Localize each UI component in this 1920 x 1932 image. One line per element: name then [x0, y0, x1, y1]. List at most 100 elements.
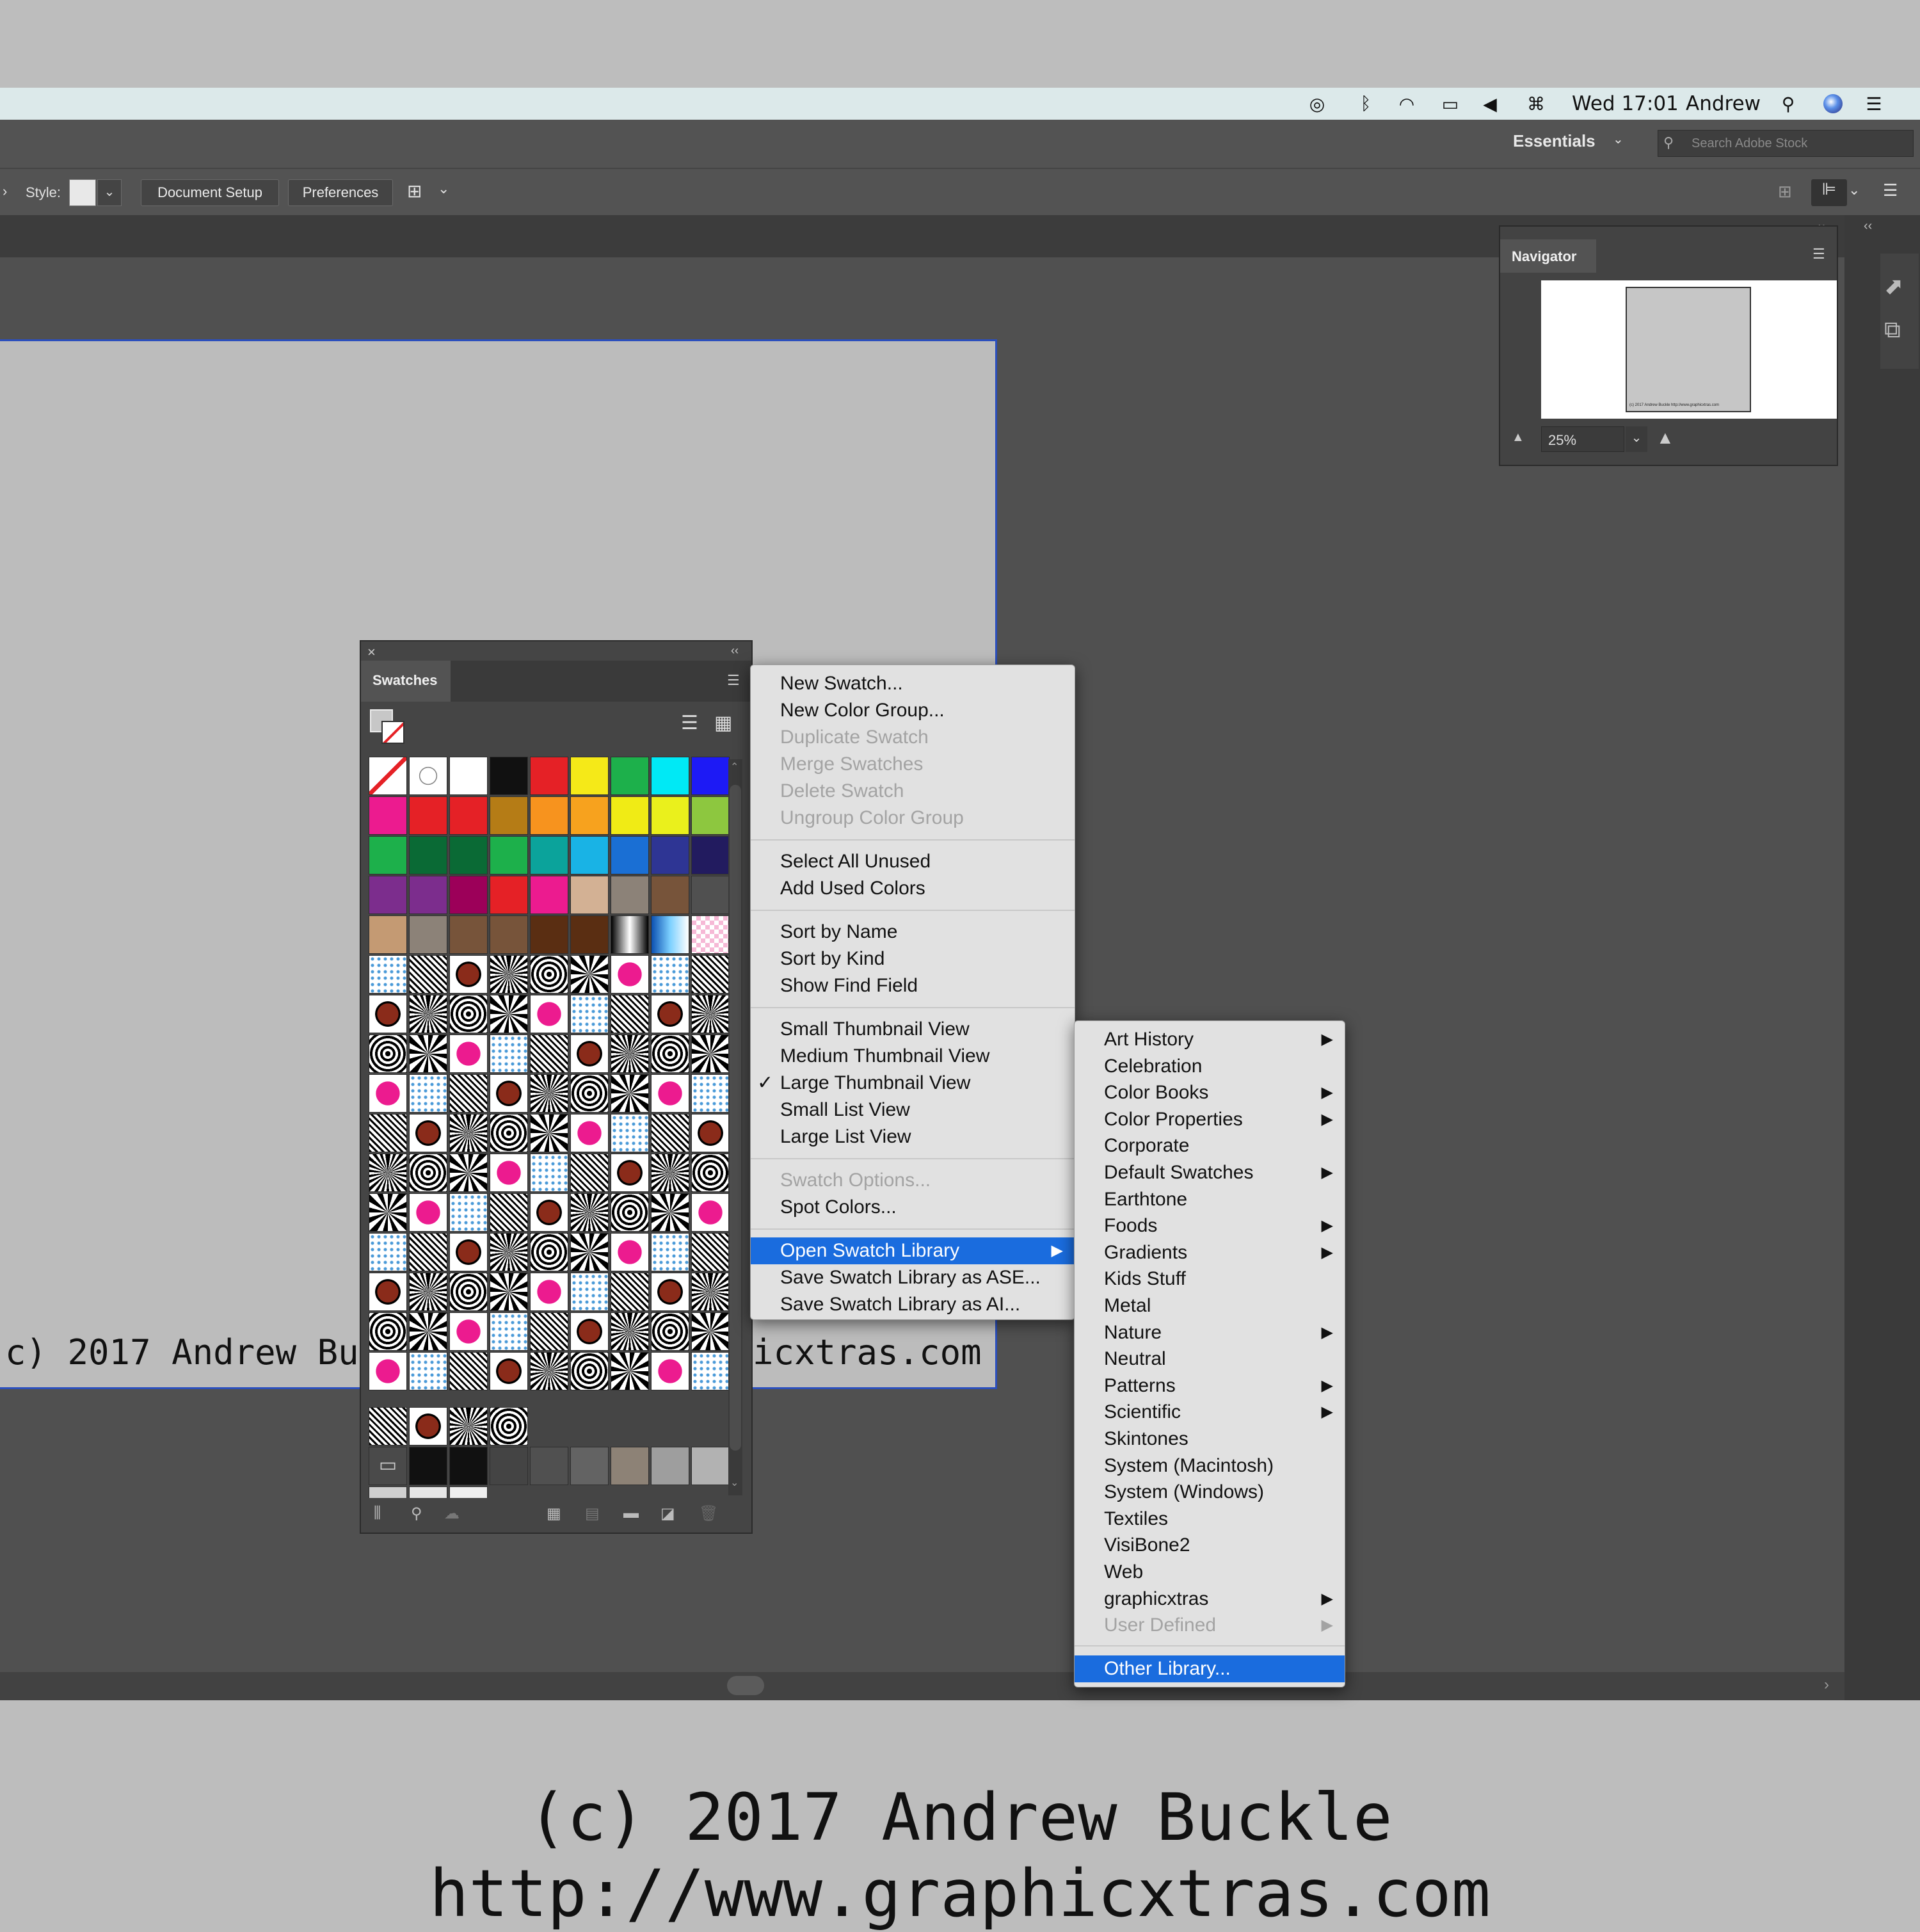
swatch[interactable] [369, 757, 407, 795]
menu-item-large-list-view[interactable]: Large List View [751, 1123, 1075, 1150]
swatch[interactable] [570, 995, 609, 1033]
style-dropdown[interactable]: ⌄ [97, 179, 122, 206]
swatch[interactable] [490, 796, 528, 835]
swatch[interactable] [490, 876, 528, 914]
swatch[interactable] [570, 955, 609, 994]
menu-item-spot-colors[interactable]: Spot Colors... [751, 1194, 1075, 1221]
swatch[interactable] [449, 1233, 488, 1271]
swatch[interactable] [409, 1447, 447, 1485]
library-item-foods[interactable]: Foods ▶ [1075, 1212, 1345, 1239]
new-swatch-icon[interactable]: ◪ [660, 1504, 675, 1523]
swatch[interactable] [369, 796, 407, 835]
library-item-textiles[interactable]: Textiles [1075, 1506, 1345, 1533]
library-item-earthtone[interactable]: Earthtone [1075, 1186, 1345, 1213]
swatch[interactable] [530, 1273, 568, 1311]
swatch[interactable] [409, 1193, 447, 1232]
swatch[interactable] [409, 836, 447, 874]
swatch[interactable] [611, 1154, 649, 1192]
grid-icon[interactable]: ⊞ [1778, 182, 1792, 202]
panel-menu-icon[interactable]: ☰ [727, 672, 740, 689]
swatch[interactable] [611, 836, 649, 874]
document-setup-button[interactable]: Document Setup [141, 179, 279, 206]
swatch[interactable] [490, 1312, 528, 1351]
swatch[interactable] [369, 915, 407, 954]
creative-cloud-icon[interactable]: ◎ [1306, 92, 1329, 115]
swatch-kind-icon[interactable]: ⚲ [411, 1504, 422, 1523]
bluetooth-icon[interactable]: ᛒ [1354, 92, 1377, 115]
airplay-icon[interactable]: ▭ [1439, 92, 1462, 115]
swatch[interactable] [570, 1447, 609, 1485]
swatch[interactable] [691, 1447, 730, 1485]
swatches-scrollbar[interactable]: ⌃ ⌄ [728, 759, 742, 1495]
library-item-art-history[interactable]: Art History ▶ [1075, 1026, 1345, 1053]
swatch[interactable] [570, 1074, 609, 1113]
library-item-skintones[interactable]: Skintones [1075, 1426, 1345, 1453]
library-item-color-properties[interactable]: Color Properties ▶ [1075, 1106, 1345, 1133]
navigator-tab[interactable]: Navigator [1500, 239, 1596, 273]
swatch[interactable] [369, 1273, 407, 1311]
scroll-thumb[interactable] [730, 785, 741, 1451]
swatch[interactable] [530, 915, 568, 954]
swatch[interactable] [691, 995, 730, 1033]
swatch[interactable] [409, 796, 447, 835]
swatch[interactable] [409, 1074, 447, 1113]
swatch[interactable] [490, 1074, 528, 1113]
chevron-down-icon[interactable]: ⌄ [1848, 182, 1860, 198]
swatch[interactable] [490, 955, 528, 994]
menu-item-new-color-group[interactable]: New Color Group... [751, 697, 1075, 724]
swatch[interactable] [530, 1074, 568, 1113]
swatch[interactable] [611, 1273, 649, 1311]
swatch[interactable] [651, 876, 689, 914]
menu-item-medium-thumbnail-view[interactable]: Medium Thumbnail View [751, 1043, 1075, 1070]
swatch[interactable] [651, 1074, 689, 1113]
swatch[interactable] [369, 876, 407, 914]
swatch[interactable] [570, 757, 609, 795]
swatch[interactable] [369, 1233, 407, 1271]
swatch[interactable] [409, 1154, 447, 1192]
menubar-clock[interactable]: Wed 17:01 [1572, 91, 1679, 117]
swatch[interactable] [651, 915, 689, 954]
swatch[interactable] [691, 757, 730, 795]
menu-item-sort-by-name[interactable]: Sort by Name [751, 919, 1075, 946]
library-item-neutral[interactable]: Neutral [1075, 1346, 1345, 1373]
menu-item-add-used-colors[interactable]: Add Used Colors [751, 875, 1075, 902]
swatch[interactable] [530, 1193, 568, 1232]
swatch[interactable] [490, 1154, 528, 1192]
swatch[interactable] [449, 1352, 488, 1390]
chevron-right-icon[interactable]: › [1824, 1676, 1829, 1694]
swatch[interactable] [409, 876, 447, 914]
swatch[interactable] [490, 1233, 528, 1271]
swatch[interactable] [369, 1034, 407, 1073]
swatch[interactable] [530, 876, 568, 914]
library-item-celebration[interactable]: Celebration [1075, 1053, 1345, 1080]
swatch[interactable] [651, 1352, 689, 1390]
swatch[interactable] [530, 1034, 568, 1073]
swatch[interactable] [611, 1114, 649, 1152]
swatch[interactable] [651, 1114, 689, 1152]
swatch[interactable] [449, 1447, 488, 1485]
swatch[interactable] [691, 1193, 730, 1232]
swatch[interactable] [651, 955, 689, 994]
swatch[interactable] [570, 796, 609, 835]
swatch-group-folder[interactable]: ▭ [369, 1447, 407, 1485]
swatch[interactable] [651, 1273, 689, 1311]
swatch[interactable] [530, 1447, 568, 1485]
menu-item-small-thumbnail-view[interactable]: Small Thumbnail View [751, 1016, 1075, 1043]
library-item-default-swatches[interactable]: Default Swatches ▶ [1075, 1159, 1345, 1186]
swatch[interactable] [530, 1352, 568, 1390]
swatch[interactable] [611, 995, 649, 1033]
swatch[interactable] [611, 876, 649, 914]
swatch[interactable] [611, 1233, 649, 1271]
swatch[interactable] [611, 1193, 649, 1232]
scroll-thumb[interactable] [727, 1676, 764, 1695]
swatch[interactable] [651, 1034, 689, 1073]
swatch[interactable] [651, 1312, 689, 1351]
panel-menu-icon[interactable]: ☰ [1812, 246, 1825, 262]
list-view-icon[interactable]: ☰ [681, 712, 698, 734]
swatch[interactable] [611, 915, 649, 954]
delete-icon[interactable]: 🗑 [699, 1504, 718, 1523]
swatches-tab[interactable]: Swatches [361, 661, 451, 702]
close-icon[interactable]: × [367, 644, 376, 661]
swatch[interactable] [530, 1233, 568, 1271]
swatch[interactable] [409, 995, 447, 1033]
